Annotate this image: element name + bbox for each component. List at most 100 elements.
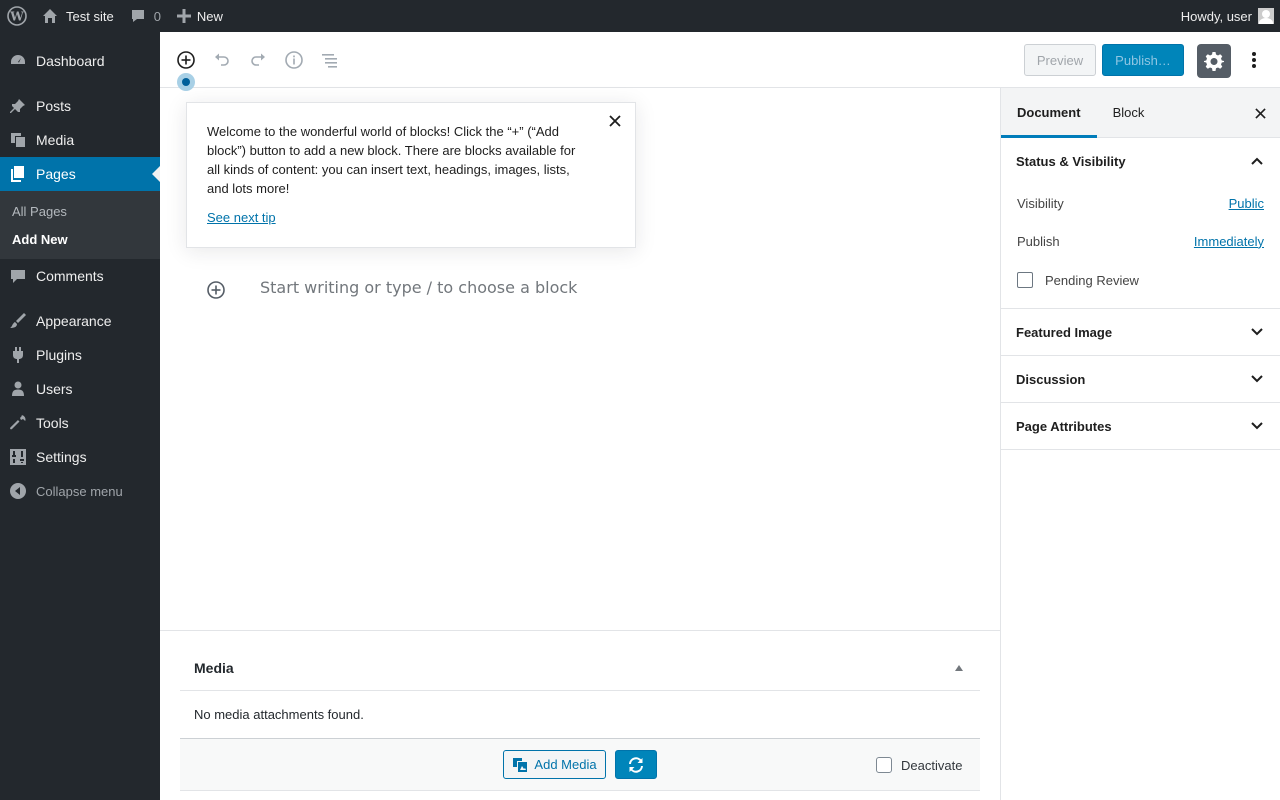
brush-icon	[10, 313, 26, 329]
pages-icon	[10, 166, 26, 182]
collapse-menu-button[interactable]: Collapse menu	[0, 474, 160, 508]
home-icon	[42, 8, 58, 24]
panel-title: Discussion	[1016, 371, 1086, 387]
comments-count: 0	[153, 8, 161, 24]
pages-submenu: All Pages Add New	[0, 191, 160, 259]
sidebar-item-media[interactable]: Media	[0, 123, 160, 157]
settings-sliders-icon	[10, 449, 26, 465]
pin-icon	[10, 98, 26, 114]
block-placeholder[interactable]: Start writing or type / to choose a bloc…	[260, 278, 577, 297]
tip-close-button[interactable]	[605, 111, 625, 131]
chevron-up-icon	[1250, 154, 1264, 168]
deactivate-label: Deactivate	[901, 757, 963, 773]
comments-link[interactable]: 0	[122, 0, 169, 32]
status-visibility-toggle[interactable]: Status & Visibility	[1001, 138, 1280, 184]
add-media-label: Add Media	[534, 757, 597, 772]
settings-button[interactable]	[1197, 44, 1231, 78]
sidebar-item-label: Settings	[36, 449, 87, 465]
howdy-text: Howdy, user	[1180, 8, 1252, 24]
sidebar-item-label: Posts	[36, 98, 72, 114]
plus-circle-icon	[206, 280, 226, 300]
chevron-down-icon	[1250, 325, 1264, 339]
content-structure-button[interactable]	[276, 42, 312, 78]
publish-date-row: Publish Immediately	[1017, 222, 1264, 260]
sidebar-item-label: Users	[36, 381, 73, 397]
sidebar-item-label: Tools	[36, 415, 69, 431]
sidebar-item-tools[interactable]: Tools	[0, 406, 160, 440]
site-name-link[interactable]: Test site	[34, 0, 122, 32]
preview-button[interactable]: Preview	[1024, 44, 1096, 76]
tab-document[interactable]: Document	[1001, 88, 1097, 138]
publish-date-toggle[interactable]: Immediately	[1194, 234, 1264, 249]
deactivate-checkbox[interactable]	[876, 757, 892, 773]
admin-sidebar: Dashboard Posts Media Pages All Pages Ad…	[0, 32, 160, 800]
new-content-link[interactable]: New	[169, 0, 231, 32]
redo-icon	[248, 50, 268, 70]
media-metabox-header[interactable]: Media	[180, 645, 980, 691]
block-navigation-button[interactable]	[312, 42, 348, 78]
list-view-icon	[320, 50, 340, 70]
pending-review-checkbox[interactable]	[1017, 272, 1033, 288]
new-label: New	[196, 8, 223, 24]
wrench-icon	[10, 415, 26, 431]
collapse-arrow-icon	[10, 483, 26, 499]
discussion-toggle[interactable]: Discussion	[1001, 356, 1280, 402]
comment-icon	[10, 268, 26, 284]
pending-review-row: Pending Review	[1017, 260, 1264, 300]
metabox-title: Media	[194, 659, 234, 676]
chevron-down-icon	[1250, 372, 1264, 386]
visibility-row: Visibility Public	[1017, 184, 1264, 222]
sidebar-item-plugins[interactable]: Plugins	[0, 338, 160, 372]
refresh-icon	[627, 756, 645, 774]
metabox-area: Media No media attachments found. Add Me…	[160, 630, 1000, 800]
settings-sidebar: Document Block Status & Visibility Visib…	[1000, 88, 1280, 800]
close-settings-button[interactable]	[1250, 103, 1270, 123]
sidebar-item-dashboard[interactable]: Dashboard	[0, 44, 160, 78]
featured-image-toggle[interactable]: Featured Image	[1001, 309, 1280, 355]
site-name: Test site	[66, 8, 114, 24]
add-media-button[interactable]: Add Media	[503, 750, 606, 779]
submenu-add-new[interactable]: Add New	[0, 225, 160, 253]
more-menu-button[interactable]	[1238, 44, 1270, 76]
status-visibility-panel: Status & Visibility Visibility Public Pu…	[1001, 138, 1280, 309]
sidebar-item-label: Pages	[36, 166, 76, 182]
refresh-media-button[interactable]	[615, 750, 657, 779]
chevron-down-icon	[1250, 419, 1264, 433]
sidebar-item-settings[interactable]: Settings	[0, 440, 160, 474]
undo-icon	[212, 50, 232, 70]
featured-image-panel: Featured Image	[1001, 309, 1280, 356]
media-metabox-footer: Add Media Deactivate	[180, 739, 980, 791]
my-account-link[interactable]: Howdy, user	[1173, 0, 1280, 32]
collapse-triangle-icon[interactable]	[955, 664, 963, 671]
sidebar-item-pages[interactable]: Pages	[0, 157, 160, 191]
admin-bar: W Test site 0 New Howdy, user	[0, 0, 1280, 32]
page-attributes-toggle[interactable]: Page Attributes	[1001, 403, 1280, 449]
see-next-tip-link[interactable]: See next tip	[207, 210, 276, 225]
inline-add-block-button[interactable]	[205, 279, 227, 301]
wordpress-logo-icon[interactable]: W	[0, 0, 34, 32]
redo-button[interactable]	[240, 42, 276, 78]
welcome-tip-popover: Welcome to the wonderful world of blocks…	[186, 102, 636, 248]
sidebar-item-label: Media	[36, 132, 75, 148]
visibility-toggle[interactable]: Public	[1229, 196, 1264, 211]
panel-title: Page Attributes	[1016, 418, 1112, 434]
sidebar-item-label: Appearance	[36, 313, 112, 329]
publish-label: Publish	[1017, 233, 1060, 249]
svg-text:W: W	[9, 10, 24, 24]
media-icon	[512, 757, 534, 773]
publish-button[interactable]: Publish…	[1102, 44, 1184, 76]
status-visibility-body: Visibility Public Publish Immediately Pe…	[1001, 184, 1280, 308]
sidebar-item-label: Comments	[36, 268, 104, 284]
info-icon	[284, 50, 304, 70]
undo-button[interactable]	[204, 42, 240, 78]
sidebar-item-appearance[interactable]: Appearance	[0, 304, 160, 338]
visibility-label: Visibility	[1017, 195, 1064, 211]
no-media-text: No media attachments found.	[194, 707, 364, 722]
sidebar-item-users[interactable]: Users	[0, 372, 160, 406]
sidebar-item-comments[interactable]: Comments	[0, 259, 160, 293]
sidebar-item-posts[interactable]: Posts	[0, 89, 160, 123]
plus-icon	[176, 9, 191, 23]
settings-tabs: Document Block	[1001, 88, 1280, 138]
submenu-all-pages[interactable]: All Pages	[0, 197, 160, 225]
tab-block[interactable]: Block	[1097, 88, 1161, 137]
